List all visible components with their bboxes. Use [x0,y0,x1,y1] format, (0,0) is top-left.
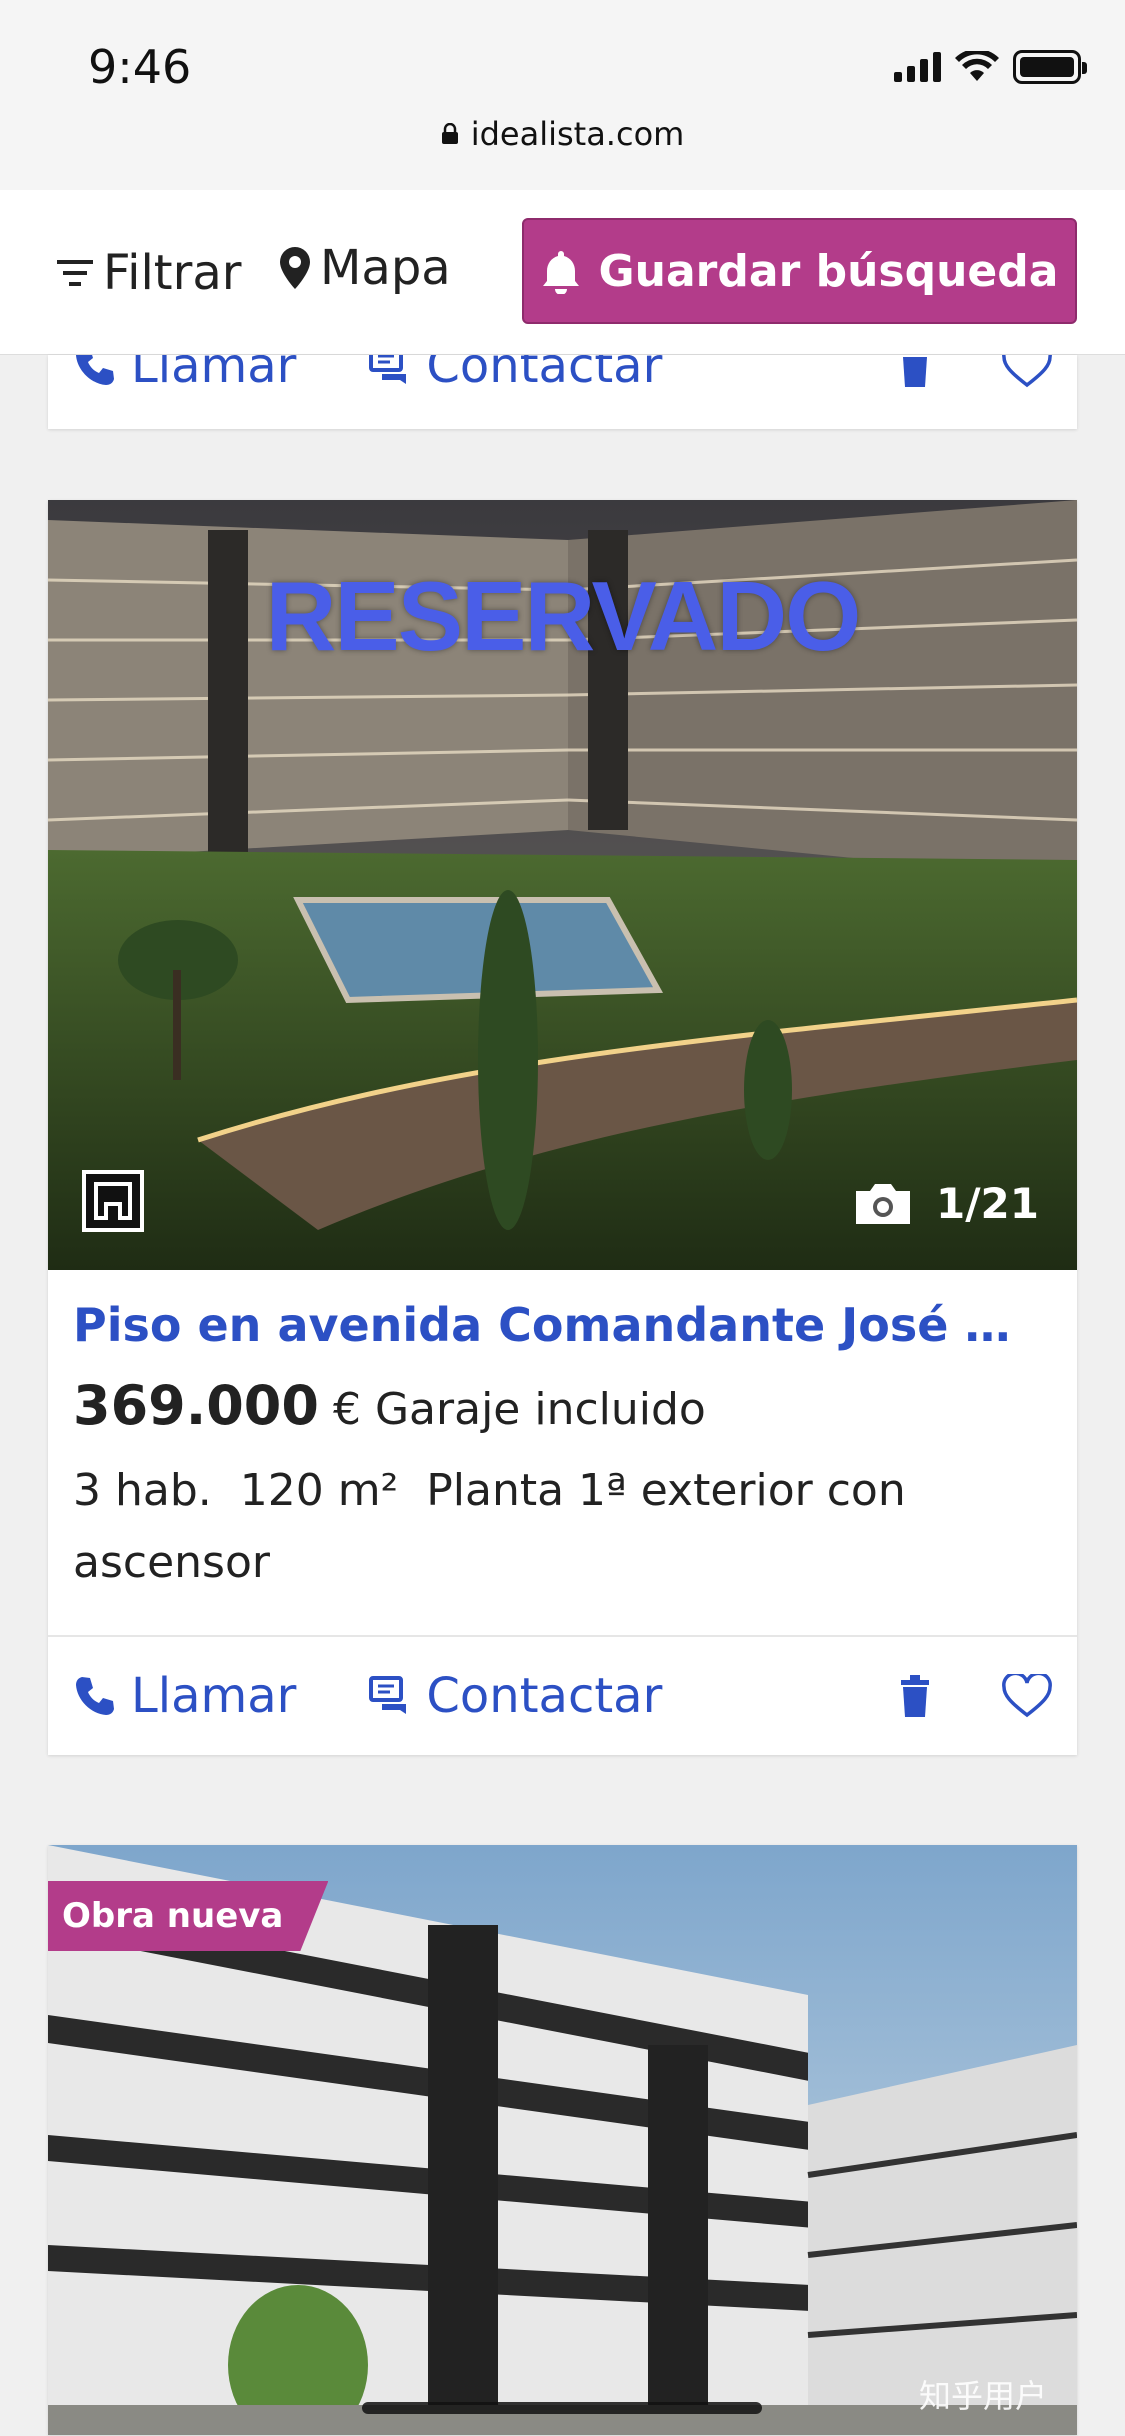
battery-icon [1013,50,1087,84]
filter-label: Filtrar [103,245,242,301]
detail-area: 120 m² [239,1465,399,1516]
lock-icon [441,123,458,144]
photo-counter-text: 1/21 [935,1179,1039,1228]
save-search-button[interactable]: Guardar búsqueda [522,218,1077,324]
new-construction-badge: Obra nueva [48,1881,329,1951]
map-pin-icon [280,247,310,289]
floor-plan-icon[interactable] [82,1170,144,1232]
favorite-heart-icon[interactable] [1002,1674,1052,1718]
app-header: Filtrar Mapa Guardar búsqueda [0,190,1125,355]
call-button[interactable]: Llamar [73,355,296,394]
listing-photo[interactable]: RESERVADO 1/21 [48,500,1077,1270]
listing-details: 3 hab. 120 m² Planta 1ª exterior con ascen… [73,1455,1052,1599]
watermark-text: 知乎用户 [918,2377,1047,2415]
photo-counter: 1/21 [852,1179,1039,1228]
detail-rooms: 3 hab. [73,1465,212,1516]
call-label: Llamar [131,355,297,394]
chat-icon [369,355,407,384]
next-listing-photo[interactable]: Obra nueva 知乎用户 [48,1845,1077,2435]
listing-title-link[interactable]: Piso en avenida Comandante José Man... [73,1298,1052,1352]
call-label: Llamar [131,1668,297,1724]
phone-icon [76,355,114,385]
status-time: 9:46 [88,40,192,94]
contact-label: Contactar [426,355,663,394]
listing-info: Piso en avenida Comandante José Man... 3… [48,1270,1077,1637]
card-secondary-actions [898,1674,1052,1718]
listing-price: 369.000 [73,1374,319,1437]
next-listing-card: Obra nueva 知乎用户 [48,1845,1077,2435]
previous-listing-card: Llamar Contactar [48,355,1077,429]
url-text: idealista.com [470,115,685,153]
listing-card: RESERVADO 1/21 Piso en avenida Comandant… [48,500,1077,1755]
contact-button[interactable]: Contactar [368,1668,662,1724]
map-label: Mapa [320,240,451,296]
price-row: 369.000 € Garaje incluido [73,1374,1052,1437]
filter-button[interactable]: Filtrar [55,245,242,301]
trash-icon[interactable] [898,355,932,388]
address-bar[interactable]: idealista.com [0,115,1125,153]
camera-icon [855,1183,910,1224]
previous-card-actions: Llamar Contactar [48,355,1077,425]
card-secondary-actions [898,355,1052,388]
bell-icon [542,251,579,294]
contact-label: Contactar [426,1668,663,1724]
price-note: Garaje incluido [374,1384,706,1435]
status-bar: 9:46 idealista.com [0,0,1125,190]
reserved-overlay-text: RESERVADO [265,561,862,671]
phone-icon [76,1677,114,1715]
contact-button[interactable]: Contactar [368,355,662,394]
save-search-label: Guardar búsqueda [598,245,1059,297]
wifi-icon [955,51,999,81]
status-icons [894,50,1087,84]
price-currency: € [332,1384,361,1435]
cellular-signal-icon [894,52,941,82]
map-button[interactable]: Mapa [278,240,451,296]
listing-actions: Llamar Contactar [48,1637,1077,1755]
favorite-heart-icon[interactable] [1002,355,1052,388]
trash-icon[interactable] [898,1674,932,1718]
filter-icon [57,260,93,286]
chat-icon [369,1676,407,1714]
home-indicator[interactable] [362,2402,762,2414]
call-button[interactable]: Llamar [73,1668,296,1724]
